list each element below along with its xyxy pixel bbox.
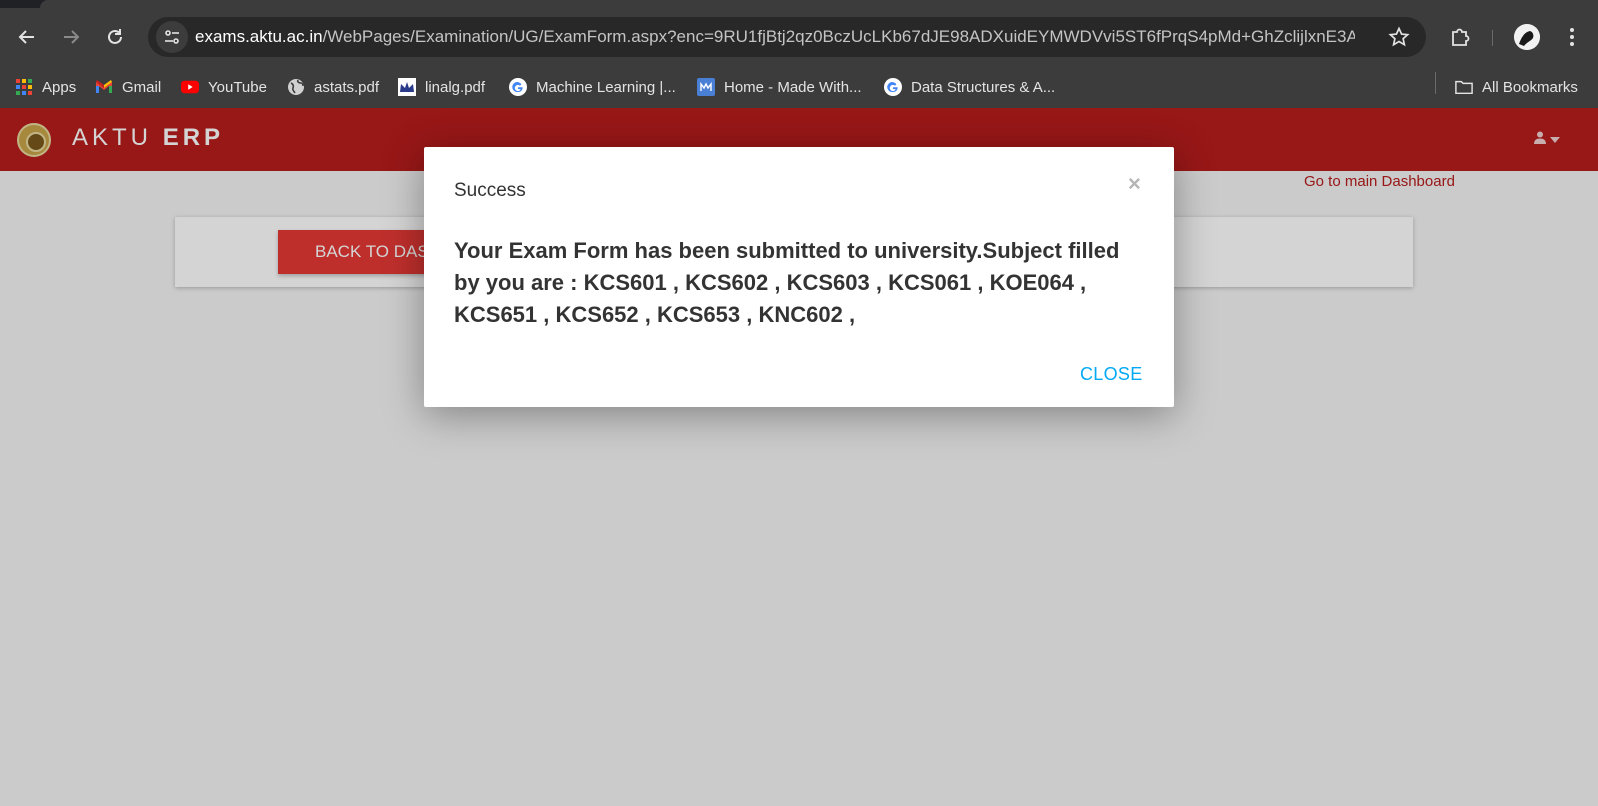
bookmarks-divider [1435,72,1436,94]
bookmark-gmail[interactable]: Gmail [95,74,161,100]
bookmark-label: Home - Made With... [724,78,862,96]
url-text: exams.aktu.ac.in/WebPages/Examination/UG… [195,27,1355,47]
bookmark-linalg[interactable]: linalg.pdf [398,74,485,100]
tab-strip [0,0,1598,8]
all-bookmarks-label: All Bookmarks [1482,78,1578,96]
bookmark-star-icon[interactable] [1388,26,1410,48]
bookmark-made-with[interactable]: Home - Made With... [697,74,862,100]
bookmark-label: Data Structures & A... [911,78,1056,96]
active-tab[interactable] [40,0,1598,8]
all-bookmarks[interactable]: All Bookmarks [1455,74,1578,100]
modal-message: Your Exam Form has been submitted to uni… [454,238,1120,327]
bookmark-youtube[interactable]: YouTube [181,74,267,100]
modal-title: Success [454,180,526,201]
bookmark-label: YouTube [208,78,267,96]
bookmark-label: astats.pdf [314,78,380,96]
url-path: /WebPages/Examination/UG/ExamForm.aspx?e… [322,27,1355,46]
apps-grid-icon [15,78,33,96]
bookmark-label: Machine Learning |... [536,78,676,96]
google-icon [884,78,902,96]
bookmark-astats[interactable]: astats.pdf [287,74,379,100]
folder-icon [1455,78,1473,96]
bookmark-label: Gmail [122,78,162,96]
address-bar[interactable]: exams.aktu.ac.in/WebPages/Examination/UG… [148,17,1426,57]
success-modal: Success × Your Exam Form has been submit… [424,147,1174,407]
site-settings-icon[interactable] [156,21,188,53]
bookmark-label: Apps [42,78,77,96]
gmail-icon [95,78,113,96]
close-button[interactable]: CLOSE [1080,364,1143,385]
google-icon [509,78,527,96]
bookmark-machine-learning[interactable]: Machine Learning |... [509,74,676,100]
bookmarks-bar: Apps Gmail YouTube astats.pdf linalg.pdf… [0,66,1598,108]
globe-icon [287,78,305,96]
crown-icon [398,78,416,96]
browser-toolbar: exams.aktu.ac.in/WebPages/Examination/UG… [0,8,1598,66]
url-host: exams.aktu.ac.in [195,27,323,46]
bookmark-label: linalg.pdf [425,78,486,96]
back-arrow-icon[interactable] [14,24,40,50]
bookmark-apps[interactable]: Apps [15,74,76,100]
reload-icon[interactable] [102,24,128,50]
youtube-icon [181,78,199,96]
toolbar-divider [1492,30,1493,46]
kebab-menu-icon[interactable] [1560,25,1584,49]
extensions-puzzle-icon[interactable] [1448,25,1472,49]
forward-arrow-icon[interactable] [58,24,84,50]
bookmark-data-structures[interactable]: Data Structures & A... [884,74,1055,100]
close-icon[interactable]: × [1128,173,1141,195]
profile-avatar[interactable] [1514,24,1540,50]
madewith-icon [697,78,715,96]
